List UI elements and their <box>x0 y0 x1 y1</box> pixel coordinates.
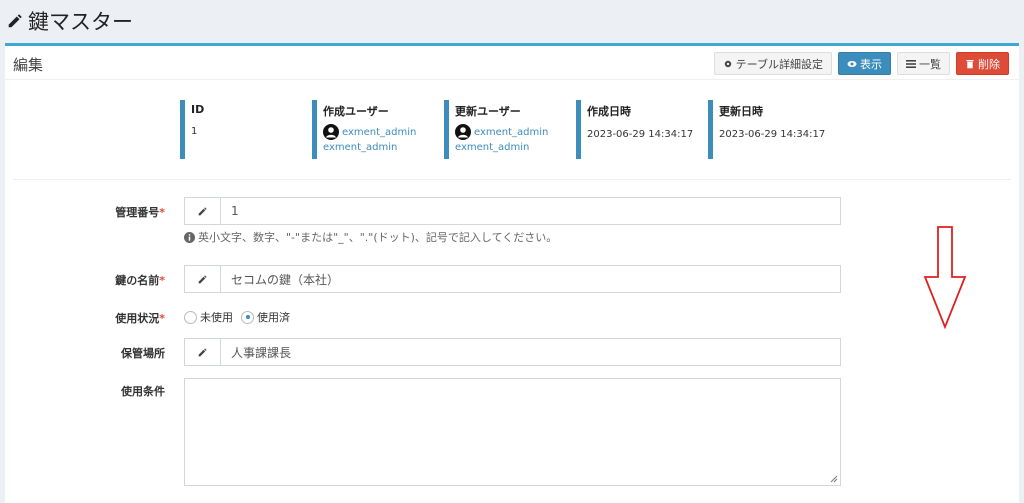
list-button[interactable]: 一覧 <box>897 52 950 75</box>
box-title: 編集 <box>13 56 44 74</box>
status-label: 使用状況* <box>115 312 165 325</box>
box-divider <box>5 79 1019 80</box>
page-header: 鍵マスター <box>0 0 1024 42</box>
place-input[interactable]: 人事課課長 <box>184 338 841 366</box>
eye-icon <box>847 60 857 67</box>
user-avatar-icon <box>455 124 471 140</box>
kanri-label: 管理番号* <box>115 206 165 219</box>
box-tools: テーブル詳細設定 表示 一覧 削除 <box>713 52 1009 75</box>
created-user-link[interactable]: exment_admin <box>342 127 416 138</box>
place-label: 保管場所 <box>121 347 165 360</box>
info-updated-user: 更新ユーザー exment_admin exment_admin <box>444 100 548 159</box>
gear-icon <box>724 60 731 67</box>
pencil-icon <box>198 274 207 283</box>
edit-box: 編集 テーブル詳細設定 表示 一覧 削除 ID 1 作成ユーザー exment_… <box>5 43 1019 503</box>
info-created-user: 作成ユーザー exment_admin exment_admin <box>312 100 416 159</box>
delete-button[interactable]: 削除 <box>956 52 1009 75</box>
trash-icon <box>966 59 974 68</box>
kanri-input[interactable]: 1 <box>184 197 841 225</box>
name-input[interactable]: セコムの鍵（本社） <box>184 265 841 293</box>
kanri-help: 英小文字、数字、"-"または"_"、"."(ドット)、記号で記入してください。 <box>184 229 557 245</box>
pencil-icon <box>198 347 207 356</box>
radio-unused[interactable]: 未使用 <box>184 309 233 325</box>
info-updated-at: 更新日時 2023-06-29 14:34:17 <box>708 100 825 159</box>
info-created-at: 作成日時 2023-06-29 14:34:17 <box>576 100 693 159</box>
info-icon <box>184 231 195 243</box>
resize-grip-icon[interactable] <box>830 475 838 483</box>
down-arrow-annotation-icon <box>923 226 967 330</box>
user-avatar-icon <box>323 124 339 140</box>
radio-used[interactable]: 使用済 <box>241 309 290 325</box>
cond-textarea[interactable] <box>184 378 841 486</box>
show-button[interactable]: 表示 <box>838 52 891 75</box>
pencil-icon <box>198 206 207 215</box>
updated-user-link[interactable]: exment_admin <box>474 127 548 138</box>
cond-label: 使用条件 <box>121 385 165 398</box>
page-title: 鍵マスター <box>28 10 133 34</box>
updated-user-link-2[interactable]: exment_admin <box>455 142 548 153</box>
pencil-icon <box>8 14 22 28</box>
status-radio-group: 未使用 使用済 <box>184 309 290 325</box>
name-label: 鍵の名前* <box>115 274 165 287</box>
table-settings-button[interactable]: テーブル詳細設定 <box>713 52 832 75</box>
created-user-link-2[interactable]: exment_admin <box>323 142 416 153</box>
info-id: ID 1 <box>180 100 204 159</box>
form-divider <box>13 179 1011 180</box>
list-icon <box>906 59 916 68</box>
